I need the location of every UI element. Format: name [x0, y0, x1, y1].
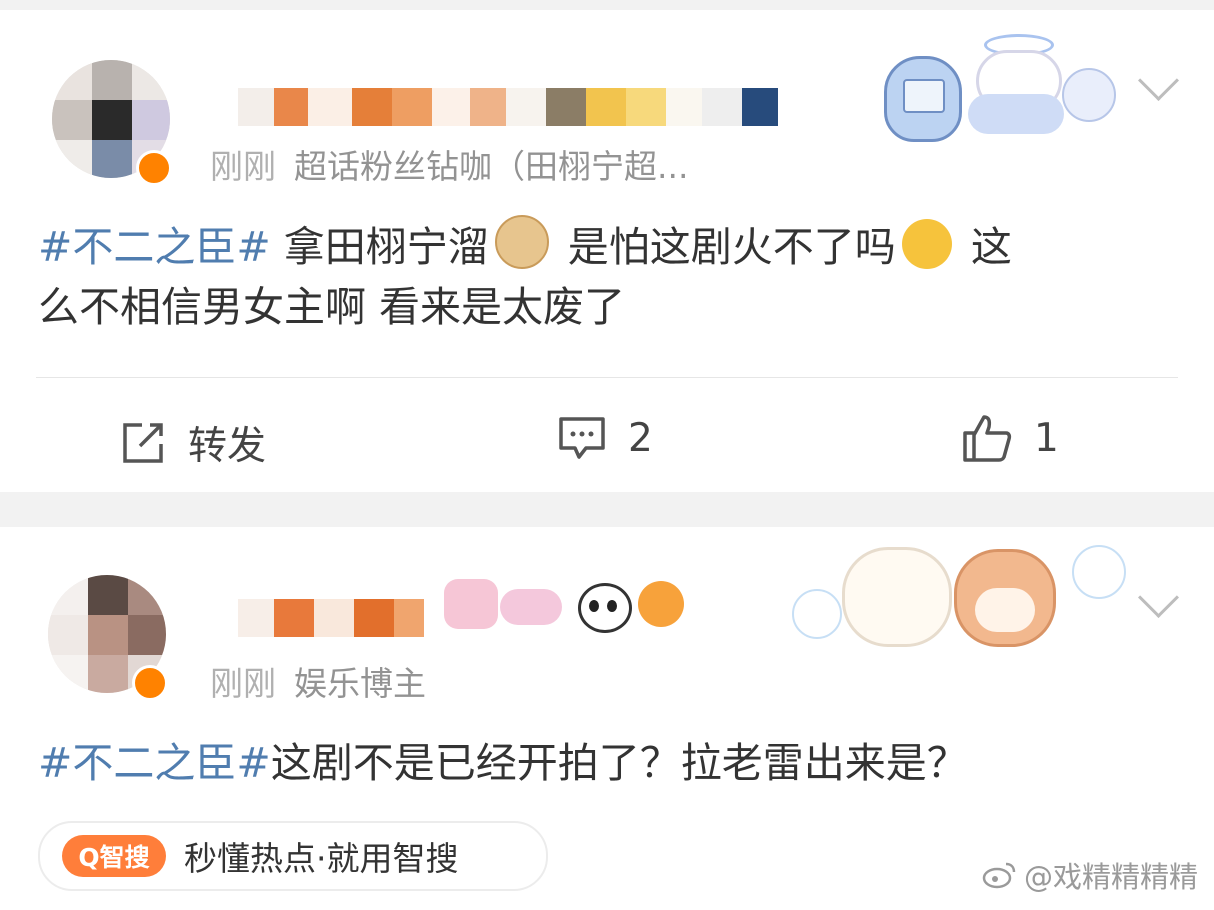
username-blurred[interactable]: [238, 599, 424, 637]
bear-badge-icon: [444, 579, 498, 629]
panda-icon: [578, 583, 632, 633]
smart-search-chip[interactable]: Q智搜 秒懂热点·就用智搜: [38, 821, 548, 891]
pancake-emoji-icon: [494, 215, 549, 269]
like-icon: [963, 415, 1012, 462]
post-text-segment: 拿田栩宁溜: [270, 223, 489, 271]
cat-sticker: [954, 549, 1056, 647]
smart-search-text: 秒懂热点·就用智搜: [184, 839, 459, 878]
comment-count: 2: [628, 415, 653, 461]
bubble-sticker: [1072, 545, 1126, 599]
repost-button[interactable]: 转发: [120, 415, 266, 471]
post-text-segment: 这: [957, 223, 1012, 271]
post-time: 刚刚: [210, 147, 276, 186]
chevron-down-icon[interactable]: [1137, 576, 1180, 619]
weibo-logo-icon: [982, 862, 1016, 889]
smart-search-logo: Q智搜: [62, 835, 166, 877]
divider: [36, 377, 1178, 378]
repost-label: 转发: [188, 424, 267, 469]
comment-icon: [559, 417, 605, 459]
post-text-segment: 是怕这剧火不了吗: [554, 223, 896, 271]
post-text-segment: 么不相信男女主啊 看来是太废了: [38, 283, 626, 331]
verified-badge: [132, 665, 168, 701]
like-button[interactable]: 1: [962, 413, 1059, 463]
post-time: 刚刚: [210, 664, 276, 703]
like-count: 1: [1034, 415, 1059, 461]
post-meta: 刚刚 超话粉丝钻咖（田栩宁超...: [210, 140, 688, 188]
tamagotchi-sticker: [884, 56, 962, 142]
topic-link[interactable]: #不二之臣#: [38, 223, 271, 271]
bubble-sticker: [792, 589, 842, 639]
comment-button[interactable]: 2: [558, 415, 653, 461]
post-meta: 刚刚 娱乐博主: [210, 657, 426, 705]
post-source[interactable]: 超话粉丝钻咖（田栩宁超...: [294, 147, 688, 186]
post-card-2: 刚刚 娱乐博主 #不二之臣#这剧不是已经开拍了？拉老雷出来是？ Q智搜 秒懂热点·…: [0, 527, 1214, 910]
repost-icon: [123, 423, 163, 463]
watermark: @戏精精精精: [982, 854, 1198, 896]
chevron-down-icon[interactable]: [1137, 59, 1180, 102]
verified-badge: [136, 150, 172, 186]
pufferfish-icon: [638, 581, 684, 627]
post-text-segment: 这剧不是已经开拍了？拉老雷出来是？: [270, 739, 968, 787]
username-blurred[interactable]: [238, 88, 778, 126]
post-text: #不二之臣#这剧不是已经开拍了？拉老雷出来是？: [38, 733, 1178, 793]
wing-sticker: [1062, 68, 1116, 122]
post-text: #不二之臣# 拿田栩宁溜 是怕这剧火不了吗 这 么不相信男女主啊 看来是太废了: [38, 215, 1178, 337]
watermark-text: @戏精精精精: [1023, 860, 1198, 894]
topic-link[interactable]: #不二之臣#: [38, 739, 271, 787]
crying-face-emoji-icon: [901, 219, 952, 269]
post-source[interactable]: 娱乐博主: [294, 664, 426, 703]
sheep-sticker: [842, 547, 952, 647]
pink-label-icon: [500, 589, 562, 625]
post-card-1: 刚刚 超话粉丝钻咖（田栩宁超... #不二之臣# 拿田栩宁溜 是怕这剧火不了吗 这…: [0, 10, 1214, 492]
bear-angel-sticker: [964, 34, 1074, 134]
